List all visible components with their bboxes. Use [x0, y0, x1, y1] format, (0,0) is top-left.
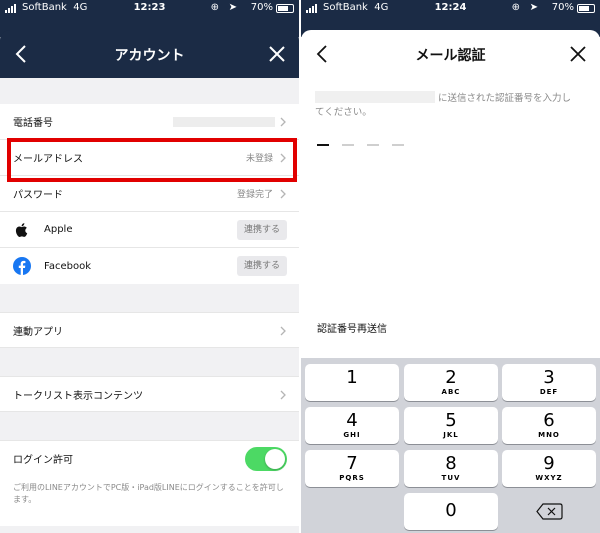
- rotation-lock-icon: ⊕: [511, 2, 520, 13]
- talk-list-label: トークリスト表示コンテンツ: [13, 390, 143, 402]
- chevron-right-icon: [280, 117, 286, 127]
- email-status: 未登録: [245, 154, 273, 164]
- battery-icon: [577, 4, 595, 13]
- content-area: [301, 78, 600, 358]
- page-title: メール認証: [415, 48, 486, 64]
- delete-icon: [536, 503, 563, 520]
- header: アカウント: [0, 30, 299, 78]
- login-permission-toggle[interactable]: [245, 447, 287, 471]
- apple-logo-icon: [15, 222, 28, 237]
- password-status: 登録完了: [236, 190, 273, 200]
- linked-apps-section: 連動アプリ: [0, 312, 299, 348]
- email-address-masked: [315, 91, 435, 103]
- phone-number-label: 電話番号: [13, 118, 53, 129]
- key-5[interactable]: 5 JKL: [404, 407, 498, 444]
- talk-list-row[interactable]: トークリスト表示コンテンツ: [0, 376, 299, 412]
- chevron-right-icon: [280, 390, 286, 400]
- code-digit-slot: [342, 144, 354, 146]
- battery-percent: 70%: [551, 2, 574, 13]
- chevron-right-icon: [280, 326, 286, 336]
- code-digit-slot: [367, 144, 379, 146]
- status-bar: SoftBank 4G 12:24 ⊕ ➤ 70%: [301, 0, 600, 17]
- key-9[interactable]: 9 WXYZ: [502, 450, 596, 487]
- key-0[interactable]: 0: [404, 493, 498, 530]
- key-3[interactable]: 3 DEF: [502, 364, 596, 401]
- chevron-right-icon: [280, 153, 286, 163]
- instruction-text: に送信された認証番号を入力し: [438, 93, 572, 104]
- chevron-right-icon: [280, 189, 286, 199]
- key-7[interactable]: 7 PQRS: [305, 450, 399, 487]
- key-2[interactable]: 2 ABC: [404, 364, 498, 401]
- apple-link-button[interactable]: 連携する: [237, 220, 287, 240]
- code-digit-slot: [392, 144, 404, 146]
- login-permission-row: ログイン許可: [0, 440, 299, 476]
- facebook-row: Facebook 連携する: [0, 248, 299, 284]
- apple-label: Apple: [44, 224, 73, 235]
- login-permission-section: ログイン許可 ご利用のLINEアカウントでPC版・iPad版LINEにログインす…: [0, 440, 299, 526]
- password-row[interactable]: パスワード 登録完了: [0, 176, 299, 212]
- battery-icon: [276, 4, 294, 13]
- key-8[interactable]: 8 TUV: [404, 450, 498, 487]
- phone-number-value-masked: [173, 117, 275, 127]
- key-1[interactable]: 1: [305, 364, 399, 401]
- location-icon: ➤: [529, 2, 538, 13]
- close-button[interactable]: [265, 42, 289, 66]
- facebook-label: Facebook: [44, 260, 91, 272]
- email-address-row[interactable]: メールアドレス 未登録: [0, 140, 299, 176]
- account-screen: SoftBank 4G 12:23 ⊕ ➤ 70% アカウント 電話番号 メール…: [0, 0, 299, 533]
- linked-apps-row[interactable]: 連動アプリ: [0, 312, 299, 348]
- numeric-keypad: 1 2 ABC 3 DEF 4 GHI 5 JKL 6 MNO 7 PQRS 8 TUV 9W…: [301, 358, 600, 533]
- key-6[interactable]: 6 MNO: [502, 407, 596, 444]
- status-bar: SoftBank 4G 12:23 ⊕ ➤ 70%: [0, 0, 299, 17]
- delete-button[interactable]: [502, 493, 596, 530]
- page-title: アカウント: [114, 48, 185, 64]
- password-label: パスワード: [13, 190, 63, 201]
- resend-code-link[interactable]: 認証番号再送信: [317, 320, 387, 335]
- account-section: 電話番号 メールアドレス 未登録 パスワード 登録完了 Apple 連携する F…: [0, 104, 299, 284]
- email-verification-screen: SoftBank 4G 12:24 ⊕ ➤ 70% メール認証 に送信された認証…: [301, 0, 600, 533]
- close-button[interactable]: [566, 42, 590, 66]
- login-permission-note: ご利用のLINEアカウントでPC版・iPad版LINEにログインすることを許可し…: [13, 483, 284, 504]
- battery-percent: 70%: [250, 2, 273, 13]
- login-permission-label: ログイン許可: [13, 455, 73, 466]
- code-digit-slot: [317, 144, 329, 146]
- email-address-label: メールアドレス: [13, 154, 83, 165]
- key-4[interactable]: 4 GHI: [305, 407, 399, 444]
- location-icon: ➤: [228, 2, 237, 13]
- header: メール認証: [301, 30, 600, 78]
- apple-row: Apple 連携する: [0, 212, 299, 248]
- talk-list-section: トークリスト表示コンテンツ: [0, 376, 299, 412]
- linked-apps-label: 連動アプリ: [13, 326, 63, 338]
- instruction-text-continued: てください。: [315, 107, 372, 118]
- facebook-logo-icon: [13, 257, 31, 275]
- phone-number-row[interactable]: 電話番号: [0, 104, 299, 140]
- facebook-link-button[interactable]: 連携する: [237, 256, 287, 276]
- rotation-lock-icon: ⊕: [210, 2, 219, 13]
